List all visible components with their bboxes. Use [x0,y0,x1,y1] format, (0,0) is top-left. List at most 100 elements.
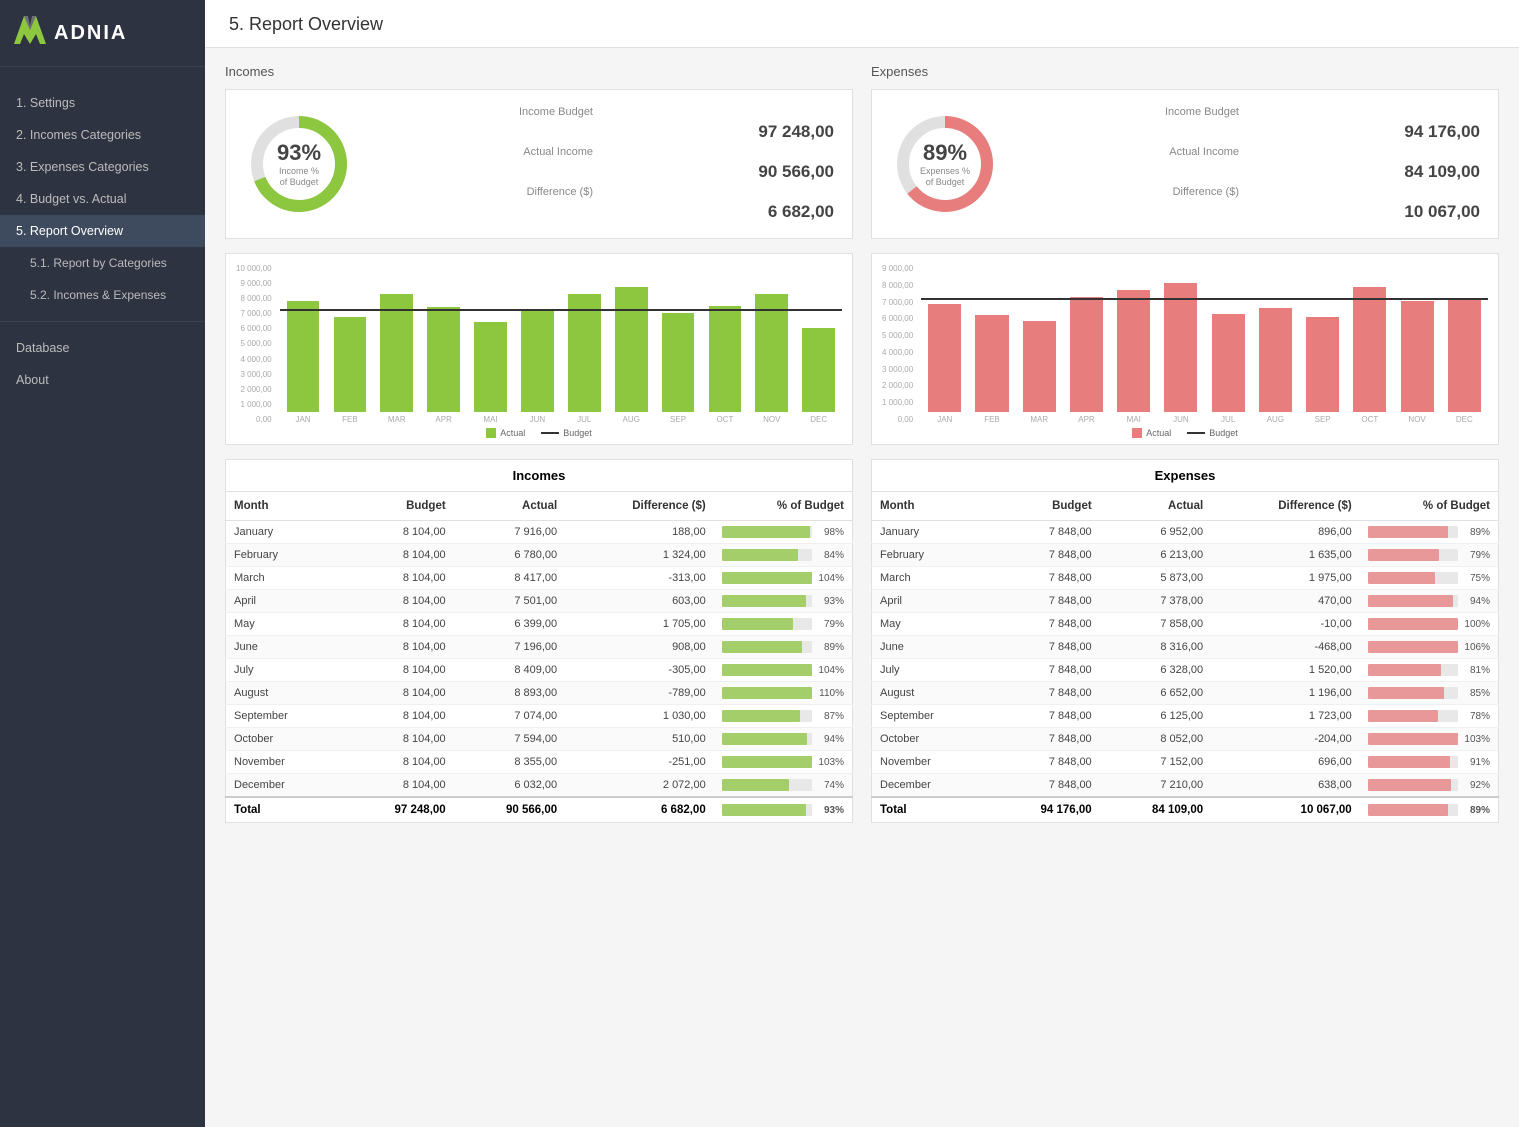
expenses-donut-sublabel2: of Budget [920,177,970,188]
pct-label: 84% [816,550,844,561]
cell-month: September [872,705,989,728]
cell-actual: 8 893,00 [454,682,565,705]
bar [975,315,1008,412]
sidebar-navigation: 1. Settings 2. Incomes Categories 3. Exp… [0,67,205,1127]
x-axis-label: JUN [514,412,561,424]
table-row: September8 104,007 074,001 030,0087% [226,705,853,728]
incomes-table: Incomes Month Budget Actual Difference (… [225,459,853,823]
pct-label: 103% [1462,734,1490,745]
sidebar-item-database[interactable]: Database [0,332,205,364]
cell-budget: 7 848,00 [988,682,1099,705]
incomes-pct: 93% [277,140,321,166]
expenses-legend-budget-line [1187,432,1205,434]
cell-actual: 6 399,00 [454,613,565,636]
bar-group [1393,264,1440,412]
expenses-legend: Actual Budget [882,428,1488,438]
incomes-diff-value: 6 682,00 [609,202,834,222]
cell-actual: 7 501,00 [454,590,565,613]
cell-pct: 74% [714,774,853,798]
expenses-chart-inner: 9 000,008 000,007 000,006 000,005 000,00… [882,264,1488,424]
incomes-budget-value: 97 248,00 [609,122,834,142]
sidebar-item-expenses-cat[interactable]: 3. Expenses Categories [0,151,205,183]
x-axis-label: FEB [968,412,1015,424]
cell-month: March [226,567,343,590]
bar [1212,314,1245,412]
footer-pct-label: 93% [816,805,844,816]
incomes-legend-actual: Actual [486,428,525,438]
bar-group [373,264,420,412]
y-axis-label: 5 000,00 [882,331,913,340]
sidebar-item-about[interactable]: About [0,364,205,396]
cell-budget: 8 104,00 [342,544,453,567]
expenses-donut-sublabel1: Expenses % [920,166,970,177]
sidebar-item-settings[interactable]: 1. Settings [0,87,205,119]
x-axis-label: AUG [608,412,655,424]
cell-actual: 7 196,00 [454,636,565,659]
x-axis-label: AUG [1252,412,1299,424]
bar-group [1110,264,1157,412]
x-axis-label: OCT [701,412,748,424]
pct-label: 106% [1462,642,1490,653]
bar-group [748,264,795,412]
bar [802,328,835,412]
bar-group [608,264,655,412]
cell-actual: 6 328,00 [1100,659,1211,682]
cell-month: May [226,613,343,636]
incomes-table-title: Incomes [226,460,853,492]
y-axis-label: 0,00 [898,415,914,424]
expenses-table-body: January7 848,006 952,00896,0089%February… [872,521,1499,798]
cell-actual: 7 916,00 [454,521,565,544]
cell-actual: 5 873,00 [1100,567,1211,590]
cell-month: January [872,521,989,544]
cell-diff: 1 705,00 [565,613,714,636]
cell-budget: 7 848,00 [988,774,1099,798]
cell-diff: 1 030,00 [565,705,714,728]
expenses-donut: 89% Expenses % of Budget [890,109,1000,219]
bar-group [1016,264,1063,412]
y-axis-label: 3 000,00 [240,370,271,379]
cell-actual: 6 125,00 [1100,705,1211,728]
expenses-col-pct: % of Budget [1360,492,1499,521]
incomes-legend-budget-line [541,432,559,434]
cell-budget: 7 848,00 [988,567,1099,590]
expenses-budget-value: 94 176,00 [1255,122,1480,142]
incomes-diff-label: Difference ($) [374,186,599,198]
y-axis-label: 2 000,00 [882,381,913,390]
bar [662,313,695,412]
sidebar-item-incomes-expenses[interactable]: 5.2. Incomes & Expenses [0,279,205,311]
bar-group [1346,264,1393,412]
cell-pct: 100% [1360,613,1499,636]
x-axis-label: NOV [1393,412,1440,424]
sidebar-item-incomes-cat[interactable]: 2. Incomes Categories [0,119,205,151]
cell-month: December [872,774,989,798]
sidebar-item-report-overview[interactable]: 5. Report Overview [0,215,205,247]
table-row: December8 104,006 032,002 072,0074% [226,774,853,798]
sidebar: ADNIA 1. Settings 2. Incomes Categories … [0,0,205,1127]
x-axis-label: MAR [1016,412,1063,424]
bar [1306,317,1339,412]
sidebar-item-report-by-cat[interactable]: 5.1. Report by Categories [0,247,205,279]
bar-group [701,264,748,412]
expenses-pct: 89% [920,140,970,166]
cell-budget: 7 848,00 [988,590,1099,613]
expenses-legend-budget-label: Budget [1209,428,1238,438]
cell-pct: 75% [1360,567,1499,590]
x-axis-label: DEC [795,412,842,424]
cell-pct: 93% [714,590,853,613]
expenses-actual-value: 84 109,00 [1255,162,1480,182]
cell-month: August [226,682,343,705]
cell-diff: 470,00 [1211,590,1360,613]
bar [427,307,460,412]
cell-budget: 7 848,00 [988,521,1099,544]
cell-pct: 104% [714,659,853,682]
cell-month: August [872,682,989,705]
cell-month: December [226,774,343,798]
expenses-bars [921,264,1488,412]
table-row: June8 104,007 196,00908,0089% [226,636,853,659]
bar [1259,308,1292,412]
sidebar-item-budget-actual[interactable]: 4. Budget vs. Actual [0,183,205,215]
footer-cell: 6 682,00 [565,797,714,823]
incomes-actual-label: Actual Income [374,146,599,158]
x-axis-label: FEB [326,412,373,424]
expenses-table-title: Expenses [872,460,1499,492]
